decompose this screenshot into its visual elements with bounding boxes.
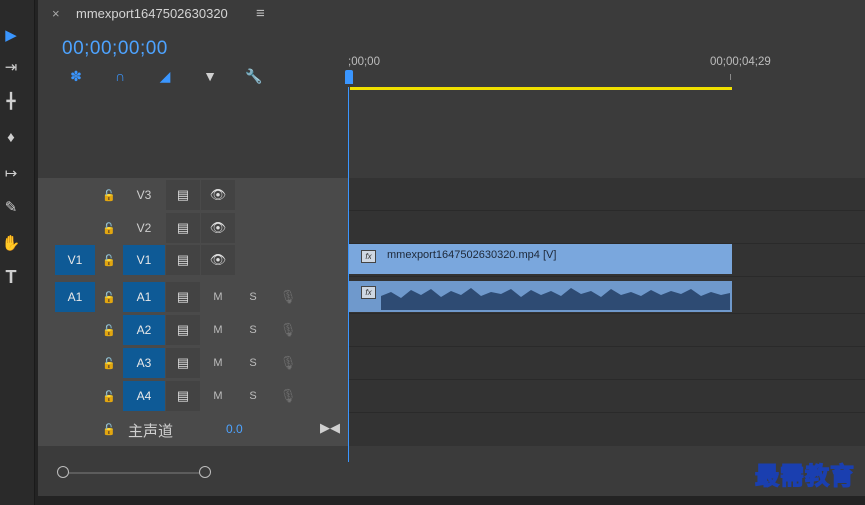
mute-button[interactable]: M [208, 348, 228, 378]
pen-icon[interactable]: ✎ [0, 196, 22, 218]
snap-icon[interactable]: ✽ [66, 66, 86, 86]
track-header-v3: 🔓 V3 ▤ 👁 [38, 179, 348, 211]
lock-icon[interactable]: 🔓 [101, 245, 117, 275]
playhead-handle[interactable] [345, 70, 353, 84]
track-header-v2: 🔓 V2 ▤ 👁 [38, 212, 348, 244]
scrollbar-start-handle[interactable] [57, 466, 69, 478]
ripple-edit-icon[interactable]: ╋ [0, 90, 22, 112]
scrollbar-end-handle[interactable] [199, 466, 211, 478]
track-header-a3: 🔓 A3 ▤ M S 🎙 [38, 348, 348, 380]
track-header-a1: A1 🔓 A1 ▤ M S 🎙 [38, 282, 348, 314]
linked-selection-icon[interactable]: ∩ [110, 66, 130, 86]
mute-button[interactable]: M [208, 315, 228, 345]
watermark-logo: 最需教育 [754, 460, 855, 490]
track-label-v3[interactable]: V3 [123, 180, 165, 210]
type-icon[interactable]: T [0, 266, 22, 288]
track-label-v2[interactable]: V2 [123, 213, 165, 243]
track-row-v3[interactable] [348, 178, 865, 211]
lock-icon[interactable]: 🔓 [101, 282, 117, 312]
track-header-master: 🔓 主声道 0.0 ▶◀ [38, 414, 348, 446]
zoom-scrollbar[interactable] [38, 462, 865, 484]
eye-icon[interactable]: 👁 [201, 245, 235, 275]
audio-waveform [381, 288, 730, 310]
ruler-start-label: ;00;00 [348, 56, 380, 68]
eye-icon[interactable]: 👁 [201, 213, 235, 243]
sync-lock-icon[interactable]: ▤ [166, 245, 200, 275]
sync-lock-icon[interactable]: ▤ [166, 213, 200, 243]
track-row-a3[interactable] [348, 347, 865, 380]
solo-button[interactable]: S [243, 348, 263, 378]
slip-icon[interactable]: ↦ [0, 162, 22, 184]
microphone-icon[interactable]: 🎙 [278, 315, 298, 345]
track-label-v1[interactable]: V1 [123, 245, 165, 275]
track-rows [348, 178, 865, 446]
master-track-label: 主声道 [128, 423, 174, 440]
sync-lock-icon[interactable]: ▤ [166, 282, 200, 312]
lock-icon[interactable]: 🔓 [101, 414, 117, 444]
sync-lock-icon[interactable]: ▤ [166, 315, 200, 345]
scrollbar-thumb[interactable] [63, 472, 208, 474]
track-row-v2[interactable] [348, 211, 865, 244]
solo-button[interactable]: S [243, 381, 263, 411]
track-row-a4[interactable] [348, 380, 865, 413]
track-header-v1: V1 🔓 V1 ▤ 👁 [38, 245, 348, 277]
hand-icon[interactable]: ✋ [0, 232, 22, 254]
marker-icon[interactable]: ▼ [200, 66, 220, 86]
ruler-ticks [350, 74, 731, 80]
sync-lock-icon[interactable]: ▤ [166, 381, 200, 411]
video-clip[interactable]: fx mmexport1647502630320.mp4 [V] [349, 244, 732, 274]
mute-button[interactable]: M [208, 282, 228, 312]
fx-badge: fx [361, 286, 376, 299]
master-volume-value[interactable]: 0.0 [226, 422, 243, 436]
source-patch-v1[interactable]: V1 [55, 245, 95, 275]
lock-icon[interactable]: 🔓 [101, 213, 117, 243]
fx-badge: fx [361, 250, 376, 263]
track-label-a1[interactable]: A1 [123, 282, 165, 312]
track-select-icon[interactable]: ⇥ [0, 56, 22, 78]
lock-icon[interactable]: 🔓 [101, 381, 117, 411]
sync-lock-icon[interactable]: ▤ [166, 348, 200, 378]
mute-button[interactable]: M [208, 381, 228, 411]
ruler-end-label: 00;00;04;29 [710, 56, 771, 68]
playhead-line[interactable] [348, 87, 349, 464]
track-row-a2[interactable] [348, 314, 865, 347]
razor-icon[interactable]: ♦ [0, 126, 22, 148]
microphone-icon[interactable]: 🎙 [278, 282, 298, 312]
track-label-a2[interactable]: A2 [123, 315, 165, 345]
lock-icon[interactable]: 🔓 [101, 180, 117, 210]
solo-button[interactable]: S [243, 315, 263, 345]
track-label-a4[interactable]: A4 [123, 381, 165, 411]
lock-icon[interactable]: 🔓 [101, 315, 117, 345]
selection-tool-icon[interactable]: ▶ [0, 24, 22, 46]
source-patch-a1[interactable]: A1 [55, 282, 95, 312]
work-area-bar[interactable] [350, 87, 732, 90]
add-marker-icon[interactable]: ◢ [155, 66, 175, 86]
sync-lock-icon[interactable]: ▤ [166, 180, 200, 210]
tools-panel: ▶ ⇥ ╋ ♦ ↦ ✎ ✋ T [0, 0, 35, 505]
lock-icon[interactable]: 🔓 [101, 348, 117, 378]
track-header-list: 🔓 V3 ▤ 👁 🔓 V2 ▤ 👁 V1 🔓 V1 ▤ 👁 A1 🔓 A1 ▤ … [38, 178, 348, 446]
wrench-icon[interactable]: 🔧 [244, 66, 264, 86]
audio-clip[interactable]: fx [349, 281, 732, 312]
track-row-master[interactable] [348, 413, 865, 445]
master-meter-icon[interactable]: ▶◀ [320, 420, 340, 436]
microphone-icon[interactable]: 🎙 [278, 381, 298, 411]
sequence-tab-title[interactable]: mmexport1647502630320 [76, 6, 228, 21]
eye-icon[interactable]: 👁 [201, 180, 235, 210]
microphone-icon[interactable]: 🎙 [278, 348, 298, 378]
close-tab-icon[interactable]: × [52, 6, 60, 21]
sequence-tab[interactable]: × mmexport1647502630320 ≡ [38, 0, 865, 28]
panel-menu-icon[interactable]: ≡ [256, 5, 265, 22]
video-clip-name: mmexport1647502630320.mp4 [V] [387, 249, 557, 261]
track-label-a3[interactable]: A3 [123, 348, 165, 378]
solo-button[interactable]: S [243, 282, 263, 312]
track-header-a2: 🔓 A2 ▤ M S 🎙 [38, 315, 348, 347]
track-header-a4: 🔓 A4 ▤ M S 🎙 [38, 381, 348, 413]
playhead-timecode[interactable]: 00;00;00;00 [62, 38, 168, 60]
